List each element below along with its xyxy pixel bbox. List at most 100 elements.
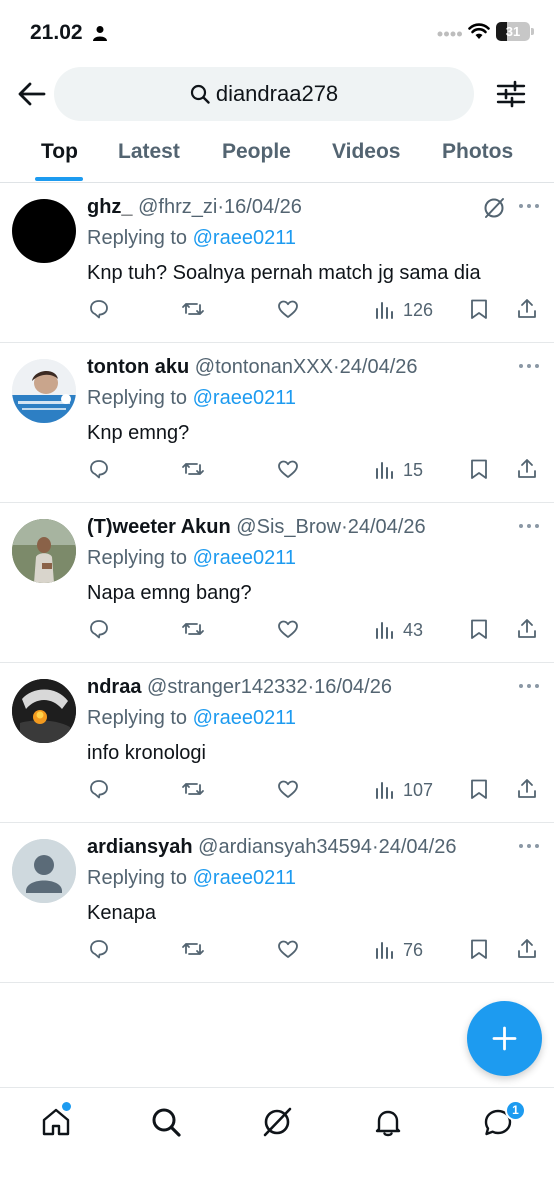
reply-button[interactable] [87, 937, 111, 963]
avatar[interactable] [12, 519, 76, 583]
tweet-date: 24/04/26 [378, 836, 457, 858]
active-tab-indicator [35, 177, 83, 181]
mention-link[interactable]: @raee0211 [193, 547, 296, 569]
share-button[interactable] [515, 937, 539, 963]
reply-button[interactable] [87, 777, 111, 803]
display-name[interactable]: (T)weeter Akun [87, 516, 231, 538]
tweet-header: ghz_ @fhrz_zi·16/04/26 [87, 196, 302, 218]
views-button[interactable]: 43 [373, 617, 423, 643]
plus-icon [492, 1026, 517, 1051]
avatar[interactable] [12, 679, 76, 743]
share-button[interactable] [515, 777, 539, 803]
views-button[interactable]: 15 [373, 457, 423, 483]
mention-link[interactable]: @raee0211 [193, 867, 296, 889]
user-handle[interactable]: @ardiansyah34594 [198, 836, 372, 858]
avatar[interactable] [12, 839, 76, 903]
tweet[interactable]: tonton aku @tontonanXXX·24/04/26 Replyin… [0, 343, 554, 503]
mention-link[interactable]: @raee0211 [193, 387, 296, 409]
like-button[interactable] [276, 457, 300, 483]
retweet-icon [182, 623, 204, 635]
share-button[interactable] [515, 617, 539, 643]
more-options-icon[interactable] [518, 362, 540, 370]
like-button[interactable] [276, 937, 300, 963]
avatar[interactable] [12, 199, 76, 263]
avatar-photo [12, 519, 76, 583]
more-options-icon[interactable] [518, 522, 540, 530]
retweet-button[interactable] [181, 297, 205, 323]
bookmark-button[interactable] [467, 617, 491, 643]
views-count: 126 [403, 299, 434, 320]
avatar[interactable] [12, 359, 76, 423]
compose-button[interactable] [467, 1001, 542, 1076]
views-button[interactable]: 107 [373, 777, 433, 803]
bookmark-button[interactable] [467, 937, 491, 963]
user-handle[interactable]: @tontonanXXX [195, 356, 333, 378]
tweet[interactable]: ghz_ @fhrz_zi·16/04/26 Replying to @raee… [0, 183, 554, 343]
user-handle[interactable]: @Sis_Brow [236, 516, 341, 538]
share-button[interactable] [515, 457, 539, 483]
retweet-button[interactable] [181, 617, 205, 643]
nav-search[interactable] [150, 1106, 182, 1138]
battery-level: 31 [505, 24, 521, 39]
views-chart-icon [376, 622, 393, 639]
more-options-icon[interactable] [518, 842, 540, 850]
search-input[interactable]: diandraa278 [54, 67, 474, 121]
views-button[interactable]: 76 [373, 937, 423, 963]
tab-latest[interactable]: Latest [118, 140, 180, 164]
tab-photos[interactable]: Photos [442, 140, 513, 164]
bookmark-button[interactable] [467, 457, 491, 483]
bookmark-icon [471, 779, 487, 799]
reply-icon [90, 460, 108, 479]
retweet-button[interactable] [181, 457, 205, 483]
display-name[interactable]: ghz_ [87, 196, 133, 218]
more-options-icon[interactable] [518, 202, 540, 210]
views-button[interactable]: 126 [373, 297, 433, 323]
mention-link[interactable]: @raee0211 [193, 707, 296, 729]
avatar-photo [12, 359, 76, 423]
user-handle[interactable]: @fhrz_zi [138, 196, 217, 218]
display-name[interactable]: tonton aku [87, 356, 189, 378]
tweet[interactable]: (T)weeter Akun @Sis_Brow·24/04/26 Replyi… [0, 503, 554, 663]
tweet-date: 24/04/26 [347, 516, 426, 538]
heart-icon [278, 300, 298, 318]
reply-button[interactable] [87, 297, 111, 323]
nav-grok[interactable] [261, 1106, 293, 1138]
display-name[interactable]: ndraa [87, 676, 141, 698]
retweet-icon [182, 783, 204, 795]
user-handle[interactable]: @stranger142332 [147, 676, 307, 698]
retweet-button[interactable] [181, 937, 205, 963]
filter-sliders-icon[interactable] [495, 79, 527, 109]
tab-top[interactable]: Top [41, 140, 78, 164]
search-query: diandraa278 [215, 81, 339, 106]
tweet[interactable]: ardiansyah @ardiansyah34594·24/04/26 Rep… [0, 823, 554, 983]
retweet-button[interactable] [181, 777, 205, 803]
grok-icon[interactable] [482, 196, 506, 220]
reply-icon [90, 300, 108, 319]
status-bar: 21.02 31 [0, 0, 554, 62]
replying-to: Replying to @raee0211 [87, 547, 296, 569]
tab-people[interactable]: People [222, 140, 291, 164]
share-icon [518, 779, 536, 798]
mention-link[interactable]: @raee0211 [193, 227, 296, 249]
share-icon [518, 299, 536, 318]
share-button[interactable] [515, 297, 539, 323]
like-button[interactable] [276, 297, 300, 323]
tweet[interactable]: ndraa @stranger142332·16/04/26 Replying … [0, 663, 554, 823]
reply-button[interactable] [87, 457, 111, 483]
like-button[interactable] [276, 617, 300, 643]
tweet-header: tonton aku @tontonanXXX·24/04/26 [87, 356, 418, 378]
back-arrow-icon[interactable] [16, 80, 48, 108]
like-button[interactable] [276, 777, 300, 803]
views-chart-icon [376, 782, 393, 799]
nav-notifications[interactable] [372, 1106, 404, 1138]
tab-videos[interactable]: Videos [332, 140, 400, 164]
bookmark-button[interactable] [467, 777, 491, 803]
tweet-text: Napa emng bang? [87, 582, 252, 604]
replying-to: Replying to @raee0211 [87, 227, 296, 249]
bookmark-button[interactable] [467, 297, 491, 323]
share-icon [518, 619, 536, 638]
display-name[interactable]: ardiansyah [87, 836, 193, 858]
reply-button[interactable] [87, 617, 111, 643]
more-options-icon[interactable] [518, 682, 540, 690]
reply-icon [90, 620, 108, 639]
